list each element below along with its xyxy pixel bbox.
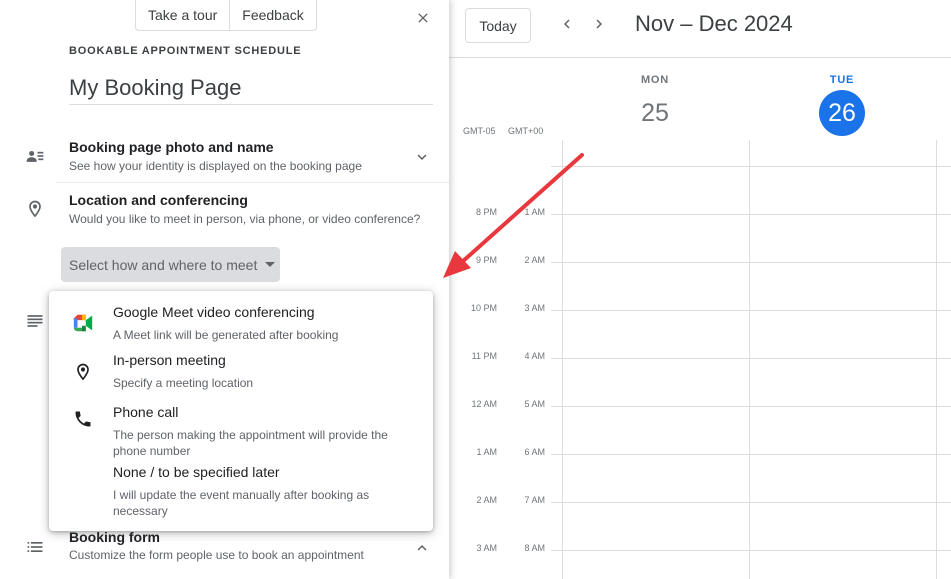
close-icon: [418, 13, 428, 23]
location-pin-icon: [71, 360, 95, 384]
expand-section-button[interactable]: [411, 146, 433, 168]
calendar-grid[interactable]: [551, 140, 951, 579]
time-label-secondary: 5 AM: [524, 399, 545, 409]
section-title: Location and conferencing: [69, 192, 248, 208]
time-label-secondary: 4 AM: [524, 351, 545, 361]
day-name: MON: [640, 74, 670, 86]
menu-item-subtitle: A Meet link will be generated after book…: [113, 328, 339, 342]
menu-item-title: Google Meet video conferencing: [113, 304, 315, 320]
phone-icon: [71, 407, 95, 431]
meeting-type-menu: Google Meet video conferencing A Meet li…: [49, 291, 433, 531]
time-label-primary: 2 AM: [476, 495, 497, 505]
time-label-secondary: 8 AM: [524, 543, 545, 553]
day-number[interactable]: 25: [632, 90, 678, 136]
hour-line: [551, 550, 951, 551]
booking-page-title-input[interactable]: My Booking Page: [69, 75, 433, 105]
meeting-type-select[interactable]: Select how and where to meet: [61, 247, 280, 282]
menu-item-title: Phone call: [113, 404, 179, 420]
hour-line: [551, 454, 951, 455]
chevron-left-icon: [564, 19, 570, 29]
panel-top-actions: Take a tour Feedback: [135, 0, 317, 31]
timezone-primary-label: GMT-05: [463, 126, 496, 136]
section-subtitle: Would you like to meet in person, via ph…: [69, 212, 421, 226]
person-card-icon: [24, 145, 46, 167]
list-icon: [24, 536, 46, 558]
hour-line: [551, 358, 951, 359]
chevron-up-icon: [417, 545, 427, 551]
today-button[interactable]: Today: [465, 8, 531, 43]
menu-item-title: None / to be specified later: [113, 464, 280, 480]
timezone-secondary-label: GMT+00: [508, 126, 544, 136]
menu-item-title: In-person meeting: [113, 352, 226, 368]
feedback-button[interactable]: Feedback: [230, 0, 315, 30]
time-label-primary: 3 AM: [476, 543, 497, 553]
location-pin-icon: [24, 198, 46, 220]
menu-item-google-meet[interactable]: Google Meet video conferencing A Meet li…: [49, 291, 433, 345]
menu-item-subtitle: Specify a meeting location: [113, 376, 254, 390]
next-period-button[interactable]: [587, 12, 611, 36]
chevron-down-icon: [417, 154, 427, 160]
time-label-primary: 11 PM: [471, 351, 497, 361]
time-label-primary: 8 PM: [475, 207, 497, 217]
menu-item-none[interactable]: None / to be specified later I will upda…: [49, 461, 433, 525]
menu-item-phone-call[interactable]: Phone call The person making the appoint…: [49, 395, 433, 459]
panel-kicker: BOOKABLE APPOINTMENT SCHEDULE: [69, 45, 302, 57]
close-panel-button[interactable]: [411, 6, 435, 30]
day-header-tue[interactable]: TUE 26: [749, 58, 935, 136]
chevron-right-icon: [596, 19, 602, 29]
hour-line: [551, 262, 951, 263]
day-number-today[interactable]: 26: [819, 90, 865, 136]
time-label-secondary: 2 AM: [524, 255, 545, 265]
time-label-primary: 1 AM: [476, 447, 497, 457]
menu-item-subtitle: I will update the event manually after b…: [113, 488, 370, 518]
day-name: TUE: [829, 74, 855, 86]
section-subtitle: Customize the form people use to book an…: [69, 548, 364, 562]
hour-line: [551, 502, 951, 503]
time-label-secondary: 6 AM: [524, 447, 545, 457]
day-divider: [749, 140, 750, 579]
hour-line: [551, 310, 951, 311]
date-range-title: Nov – Dec 2024: [635, 11, 793, 36]
section-subtitle: See how your identity is displayed on th…: [69, 159, 362, 173]
time-label-secondary: 7 AM: [524, 495, 545, 505]
hour-line: [551, 166, 951, 167]
day-header-mon[interactable]: MON 25: [562, 58, 748, 136]
time-label-primary: 9 PM: [475, 255, 497, 265]
google-meet-icon: [71, 311, 95, 335]
section-title: Booking form: [69, 529, 160, 545]
collapse-section-button[interactable]: [411, 537, 433, 559]
time-label-secondary: 3 AM: [524, 303, 545, 313]
section-photo-and-name[interactable]: Booking page photo and name See how your…: [0, 130, 449, 182]
hour-line: [551, 406, 951, 407]
time-label-primary: 12 AM: [471, 399, 497, 409]
calendar-header: Today Nov – Dec 2024: [449, 0, 951, 58]
menu-item-subtitle: The person making the appointment will p…: [113, 428, 388, 458]
dropdown-caret-icon: [265, 262, 276, 267]
section-title: Booking page photo and name: [69, 139, 274, 155]
previous-period-button[interactable]: [555, 12, 579, 36]
select-label: Select how and where to meet: [69, 256, 258, 273]
menu-item-in-person[interactable]: In-person meeting Specify a meeting loca…: [49, 347, 433, 395]
time-label-secondary: 1 AM: [524, 207, 545, 217]
hour-line: [551, 214, 951, 215]
time-label-primary: 10 PM: [470, 303, 497, 313]
take-tour-button[interactable]: Take a tour: [136, 0, 229, 30]
description-lines-icon: [25, 311, 45, 331]
day-divider: [936, 140, 937, 579]
